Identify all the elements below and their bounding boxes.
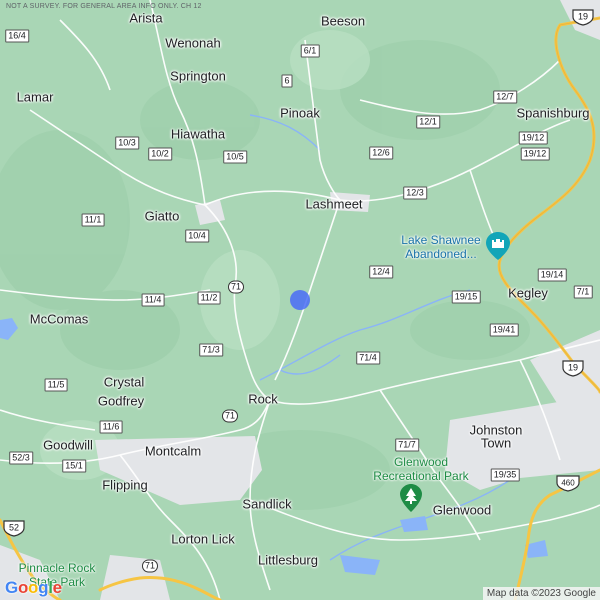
route-shield-71-4: 71/4 [356, 351, 380, 365]
route-shield-12-1: 12/1 [416, 115, 440, 129]
place-label-arista[interactable]: Arista [129, 11, 162, 26]
route-shield-11-2: 11/2 [197, 291, 221, 305]
place-label-rock[interactable]: Rock [248, 392, 278, 407]
route-shield-71-3: 71/3 [199, 343, 223, 357]
route-shield-12-6: 12/6 [369, 146, 393, 160]
map-attribution[interactable]: Map data ©2023 Google [482, 587, 600, 600]
route-shield-11-5: 11/5 [44, 378, 68, 392]
place-label-sandlick[interactable]: Sandlick [242, 497, 291, 512]
us-highway-shield-19-south: 19 [562, 360, 584, 377]
route-shield-71-a: 71 [227, 280, 245, 294]
poi-pinnacle-rock-line-1: Pinnacle Rock [18, 561, 96, 575]
place-label-mccomas[interactable]: McComas [30, 312, 89, 327]
logo-letter-3: o [28, 578, 39, 597]
place-label-lashmeet[interactable]: Lashmeet [305, 197, 362, 212]
route-shield-10-5: 10/5 [223, 150, 247, 164]
google-logo: Google [5, 578, 62, 598]
place-label-lamar[interactable]: Lamar [17, 90, 54, 105]
map-disclaimer: NOT A SURVEY. FOR GENERAL AREA INFO ONLY… [6, 3, 202, 10]
poi-lake-shawnee-line-2: Abandoned... [405, 247, 477, 261]
logo-letter-4: g [38, 578, 49, 597]
place-label-pinoak[interactable]: Pinoak [280, 106, 320, 121]
route-shield-19-41: 19/41 [489, 323, 519, 337]
route-shield-6: 6 [281, 74, 293, 88]
park-tree-icon[interactable] [400, 484, 422, 512]
place-label-crystal[interactable]: Crystal [104, 375, 144, 390]
route-shield-71-b: 71 [221, 409, 239, 423]
poi-glenwood-park[interactable]: Glenwood Recreational Park [373, 455, 468, 483]
us-shield-19-north-label: 19 [578, 12, 588, 22]
poi-glenwood-park-line-2: Recreational Park [373, 469, 469, 483]
route-shield-12-7: 12/7 [493, 90, 517, 104]
place-label-goodwill[interactable]: Goodwill [43, 438, 93, 453]
route-shield-10-2: 10/2 [148, 147, 172, 161]
route-shield-19-14: 19/14 [537, 268, 567, 282]
place-label-glenwood[interactable]: Glenwood [433, 503, 492, 518]
route-shield-71-c: 71 [141, 559, 159, 573]
route-shield-12-3: 12/3 [403, 186, 427, 200]
us-shield-460-label: 460 [561, 479, 575, 488]
place-label-littlesburg[interactable]: Littlesburg [258, 553, 318, 568]
route-shield-19-12: 19/12 [520, 147, 550, 161]
logo-letter-2: o [17, 578, 29, 597]
poi-lake-shawnee[interactable]: Lake Shawnee Abandoned... [401, 233, 480, 261]
place-label-hiawatha[interactable]: Hiawatha [171, 127, 225, 142]
place-label-wenonah[interactable]: Wenonah [165, 36, 220, 51]
route-shield-11-6: 11/6 [99, 420, 123, 434]
location-marker-icon[interactable] [288, 288, 312, 312]
place-label-beeson[interactable]: Beeson [321, 14, 365, 29]
us-shield-52-label: 52 [9, 523, 19, 533]
route-shield-15-1: 15/1 [62, 459, 86, 473]
place-label-spanishburg[interactable]: Spanishburg [517, 106, 590, 121]
poi-lake-shawnee-line-1: Lake Shawnee [401, 233, 481, 247]
route-shield-7-1: 7/1 [573, 285, 593, 299]
map-canvas[interactable]: NOT A SURVEY. FOR GENERAL AREA INFO ONLY… [0, 0, 600, 600]
place-label-lorton-lick[interactable]: Lorton Lick [171, 532, 235, 547]
route-shield-6-1: 6/1 [300, 44, 320, 58]
route-shield-12-4: 12/4 [369, 265, 393, 279]
castle-icon[interactable] [486, 232, 510, 260]
poi-glenwood-park-line-1: Glenwood [393, 455, 449, 469]
us-highway-shield-460: 460 [556, 475, 580, 492]
place-label-springton[interactable]: Springton [170, 69, 226, 84]
us-shield-19-south-label: 19 [568, 363, 578, 373]
place-label-montcalm[interactable]: Montcalm [145, 444, 201, 459]
us-highway-shield-19-north: 19 [572, 9, 594, 26]
route-shield-10-4: 10/4 [185, 229, 209, 243]
route-shield-10-3: 10/3 [115, 136, 139, 150]
place-label-godfrey[interactable]: Godfrey [98, 394, 144, 409]
route-shield-19-35: 19/35 [490, 468, 520, 482]
logo-letter-1: G [5, 578, 18, 597]
place-label-kegley[interactable]: Kegley [508, 286, 548, 301]
route-shield-19-12-b: 19/12 [518, 131, 548, 145]
route-shield-71-7: 71/7 [395, 438, 419, 452]
route-shield-52-3: 52/3 [9, 451, 33, 465]
route-shield-11-1: 11/1 [81, 213, 105, 227]
route-shield-19-15: 19/15 [451, 290, 481, 304]
route-shield-11-4: 11/4 [141, 293, 165, 307]
place-label-flipping[interactable]: Flipping [102, 478, 148, 493]
place-label-giatto[interactable]: Giatto [145, 209, 180, 224]
route-shield-16-4: 16/4 [5, 29, 29, 43]
place-label-town[interactable]: Town [481, 436, 511, 451]
us-highway-shield-52: 52 [3, 520, 25, 537]
logo-letter-6: e [52, 578, 62, 597]
